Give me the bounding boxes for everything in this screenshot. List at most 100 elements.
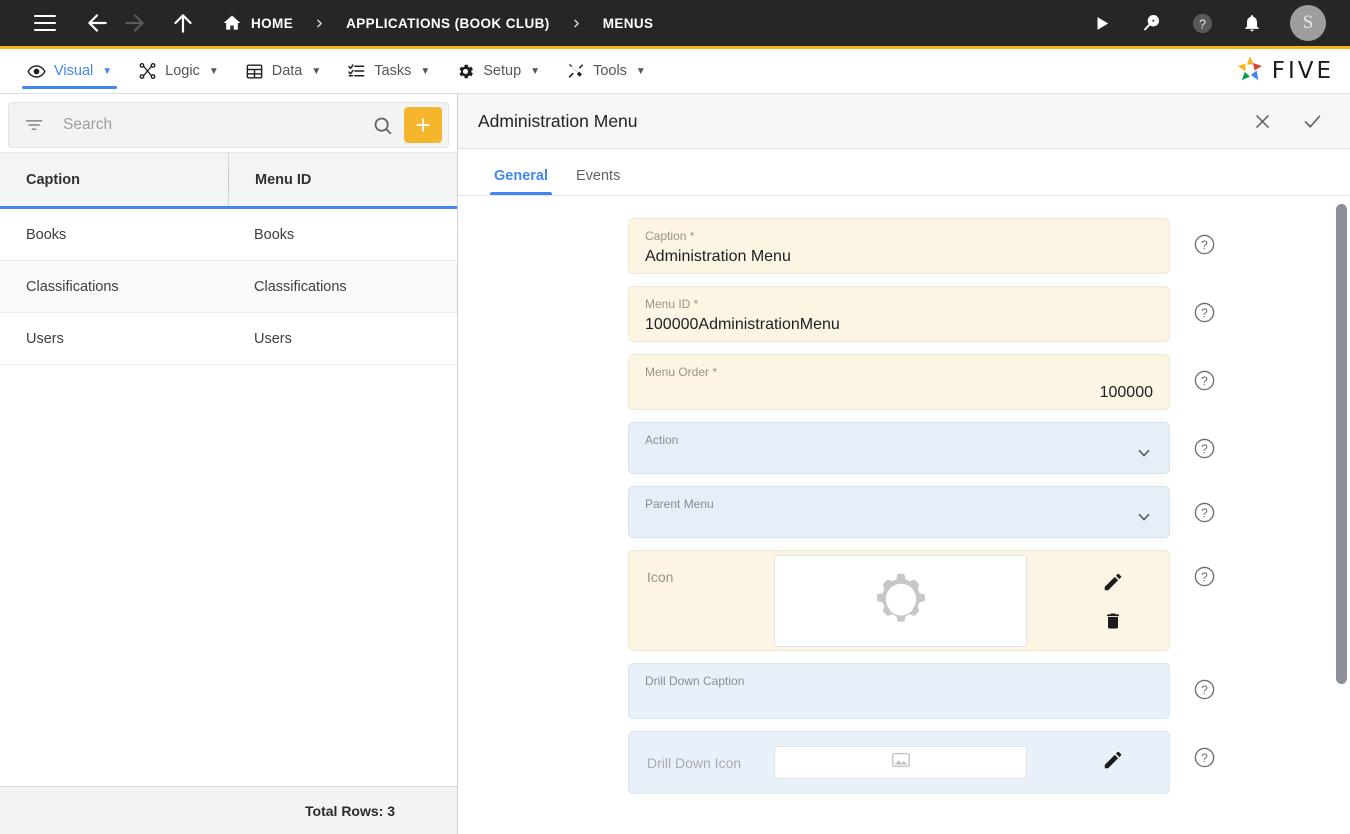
- edit-pencil-icon[interactable]: [1102, 749, 1124, 776]
- close-icon[interactable]: [1250, 109, 1274, 133]
- icon-preview-box[interactable]: [774, 555, 1027, 647]
- five-mark-icon: [1235, 54, 1265, 89]
- run-icon[interactable]: [1088, 9, 1116, 37]
- drill-down-icon-preview-box[interactable]: [774, 746, 1027, 779]
- tab-events[interactable]: Events: [562, 168, 634, 195]
- table-row[interactable]: Classifications Classifications: [0, 261, 457, 313]
- cell-menu-id: Books: [254, 226, 295, 243]
- menu-item-label: Tools: [593, 62, 627, 79]
- menu-item-visual[interactable]: Visual ▼: [14, 49, 125, 93]
- svg-text:?: ?: [1201, 305, 1208, 319]
- chevron-down-icon: ▼: [311, 65, 322, 77]
- back-arrow-icon[interactable]: [80, 6, 114, 40]
- menu-item-tools[interactable]: Tools ▼: [553, 49, 659, 93]
- menu-id-field[interactable]: Menu ID * 100000AdministrationMenu: [628, 286, 1170, 342]
- grid-body: Books Books Classifications Classificati…: [0, 209, 457, 786]
- help-icon[interactable]: ?: [1192, 368, 1216, 392]
- help-icon[interactable]: ?: [1192, 745, 1216, 769]
- search-play-icon[interactable]: [1138, 9, 1166, 37]
- caption-field-label: Caption *: [645, 229, 695, 243]
- help-icon[interactable]: ?: [1192, 232, 1216, 256]
- menu-item-setup[interactable]: Setup ▼: [443, 49, 553, 93]
- menu-item-label: Visual: [54, 62, 94, 79]
- filter-icon[interactable]: [23, 114, 45, 136]
- search-icon[interactable]: [368, 111, 396, 139]
- field-row-caption: Caption * Administration Menu ?: [628, 218, 1350, 274]
- menu-id-field-label: Menu ID *: [645, 297, 699, 311]
- detail-header: Administration Menu: [458, 94, 1350, 149]
- icon-field-label: Icon: [647, 569, 674, 585]
- chevron-down-icon: ▼: [102, 65, 113, 77]
- menu-item-logic[interactable]: Logic ▼: [125, 49, 232, 93]
- top-bar: HOME APPLICATIONS (BOOK CLUB) MENUS ? S: [0, 0, 1350, 46]
- column-header-caption[interactable]: Caption: [0, 153, 228, 206]
- menu-order-field[interactable]: Menu Order * 100000: [628, 354, 1170, 410]
- breadcrumb-item-menus[interactable]: MENUS: [603, 16, 654, 31]
- breadcrumb-item-home[interactable]: HOME: [251, 16, 293, 31]
- help-icon[interactable]: ?: [1192, 300, 1216, 324]
- chevron-down-icon[interactable]: [1135, 444, 1153, 462]
- chevron-down-icon: ▼: [208, 65, 219, 77]
- menu-order-field-value: 100000: [1099, 384, 1153, 401]
- svg-text:?: ?: [1201, 569, 1208, 583]
- drill-down-icon-tools: [1057, 749, 1169, 776]
- detail-header-actions: [1250, 109, 1330, 133]
- menu-item-tasks[interactable]: Tasks ▼: [334, 49, 443, 93]
- forward-arrow-icon[interactable]: [118, 6, 152, 40]
- menu-item-data[interactable]: Data ▼: [232, 49, 335, 93]
- column-header-menu-id[interactable]: Menu ID: [228, 153, 457, 206]
- breadcrumb: HOME APPLICATIONS (BOOK CLUB) MENUS: [222, 13, 653, 33]
- logic-nodes-icon: [138, 62, 157, 81]
- confirm-check-icon[interactable]: [1300, 109, 1324, 133]
- field-row-icon: Icon ?: [628, 550, 1350, 651]
- detail-tabs: General Events: [458, 149, 1350, 196]
- grid-header-row: Caption Menu ID: [0, 153, 457, 209]
- detail-form: Caption * Administration Menu ? Menu ID …: [458, 196, 1350, 794]
- action-select-label: Action: [645, 433, 679, 447]
- eye-icon: [27, 62, 46, 81]
- manage-accounts-gear-person-icon: [870, 568, 932, 635]
- help-icon[interactable]: ?: [1192, 677, 1216, 701]
- up-arrow-icon[interactable]: [166, 6, 200, 40]
- delete-trash-icon[interactable]: [1100, 608, 1126, 634]
- top-bar-actions: ? S: [1088, 5, 1334, 41]
- home-icon: [222, 13, 242, 33]
- field-row-menu-id: Menu ID * 100000AdministrationMenu ?: [628, 286, 1350, 342]
- form-scrollbar[interactable]: [1336, 202, 1347, 834]
- menu-order-field-label: Menu Order *: [645, 365, 718, 379]
- notifications-icon[interactable]: [1238, 9, 1266, 37]
- icon-field: Icon: [628, 550, 1170, 651]
- field-row-action: Action ?: [628, 422, 1350, 474]
- help-icon[interactable]: ?: [1192, 564, 1216, 588]
- chevron-down-icon[interactable]: [1135, 508, 1153, 526]
- action-select[interactable]: Action: [628, 422, 1170, 474]
- help-icon[interactable]: ?: [1192, 436, 1216, 460]
- drill-down-caption-field[interactable]: Drill Down Caption: [628, 663, 1170, 719]
- field-row-drill-down-caption: Drill Down Caption ?: [628, 663, 1350, 719]
- total-rows-label: Total Rows: 3: [305, 802, 395, 819]
- help-icon[interactable]: ?: [1192, 500, 1216, 524]
- tab-general[interactable]: General: [480, 168, 562, 195]
- search-input[interactable]: [45, 116, 368, 134]
- avatar[interactable]: S: [1290, 5, 1326, 41]
- svg-text:?: ?: [1201, 373, 1208, 387]
- help-icon[interactable]: ?: [1188, 9, 1216, 37]
- gear-icon: [456, 62, 475, 81]
- form-scrollbar-thumb[interactable]: [1336, 204, 1347, 684]
- edit-pencil-icon[interactable]: [1100, 569, 1126, 595]
- chevron-down-icon: ▼: [530, 65, 541, 77]
- add-record-button[interactable]: +: [404, 107, 442, 143]
- drill-down-caption-value: [645, 689, 1153, 715]
- svg-text:?: ?: [1201, 682, 1208, 696]
- table-row[interactable]: Users Users: [0, 313, 457, 365]
- table-row[interactable]: Books Books: [0, 209, 457, 261]
- menu-item-label: Tasks: [374, 62, 412, 79]
- menu-icon[interactable]: [34, 15, 56, 31]
- menu-id-field-value: 100000AdministrationMenu: [645, 316, 840, 333]
- caption-field[interactable]: Caption * Administration Menu: [628, 218, 1170, 274]
- parent-menu-select[interactable]: Parent Menu: [628, 486, 1170, 538]
- search-bar: +: [8, 102, 449, 148]
- five-wordmark: FIVE: [1271, 58, 1334, 84]
- icon-field-tools: [1057, 551, 1169, 650]
- breadcrumb-item-applications[interactable]: APPLICATIONS (BOOK CLUB): [346, 16, 550, 31]
